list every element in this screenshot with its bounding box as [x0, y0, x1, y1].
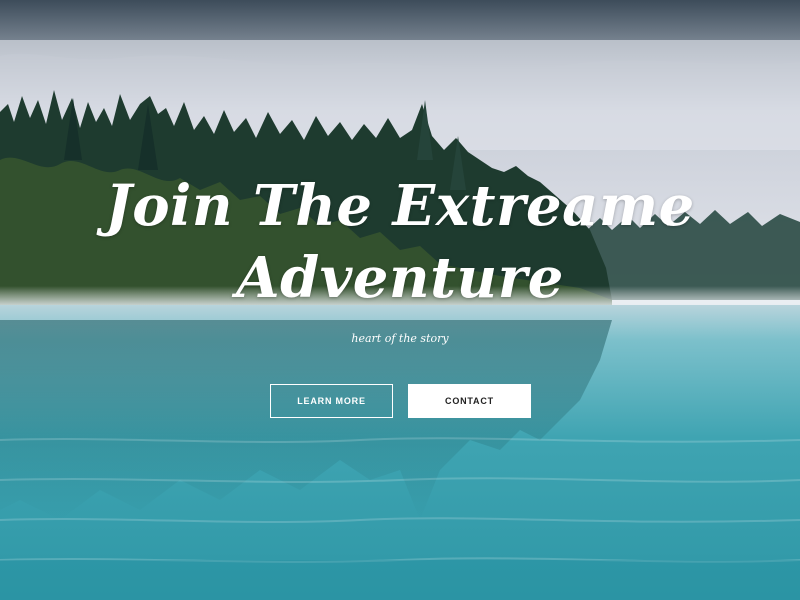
- hero-headline-line1: Join The Extreame: [105, 173, 695, 239]
- hero-content: Join The Extreame Adventure heart of the…: [0, 0, 800, 600]
- hero-tagline: heart of the story: [351, 332, 449, 345]
- learn-more-button[interactable]: LEARN MORE: [270, 384, 393, 418]
- hero-headline: Join The Extreame Adventure: [0, 170, 800, 314]
- hero-headline-line2: Adventure: [236, 245, 564, 311]
- hero-section: Join The Extreame Adventure heart of the…: [0, 0, 800, 600]
- contact-button[interactable]: CONTACT: [408, 384, 531, 418]
